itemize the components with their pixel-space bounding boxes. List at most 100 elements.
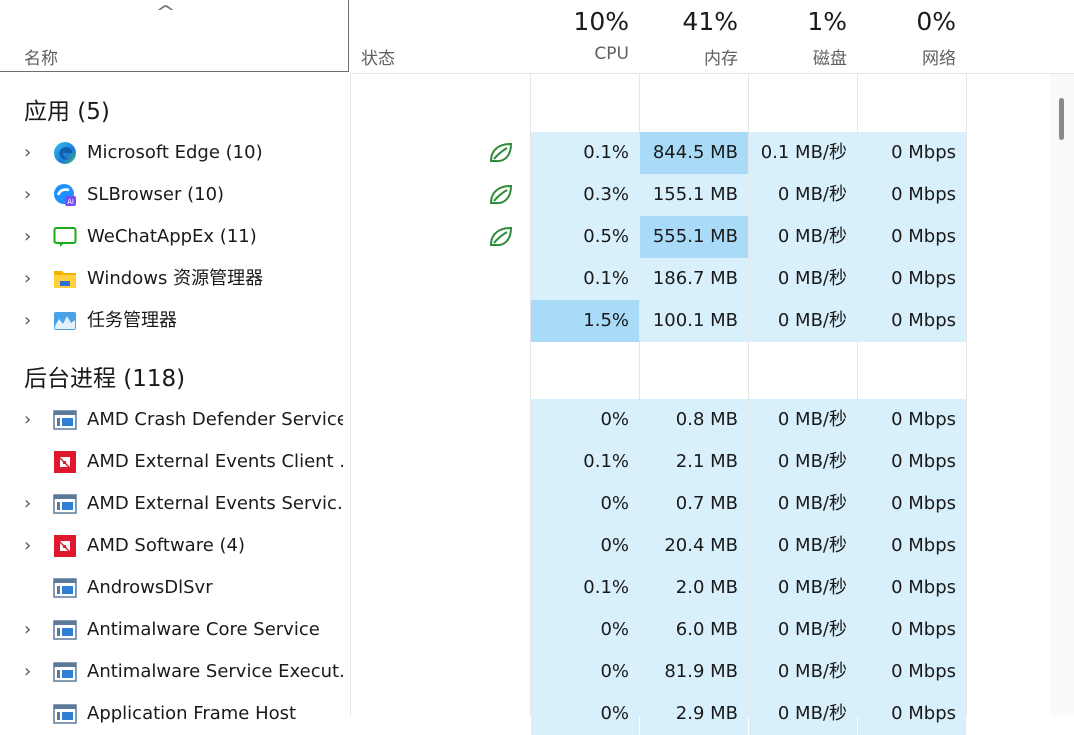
process-name: Microsoft Edge (10) xyxy=(87,142,263,163)
task-manager-icon xyxy=(53,309,77,333)
process-name: AndrowsDlSvr xyxy=(87,577,213,598)
process-name: WeChatAppEx (11) xyxy=(87,226,257,247)
network-cell: 0 Mbps xyxy=(858,693,966,735)
app-row[interactable]: › 任务管理器 1.5% 100.1 MB 0 MB/秒 0 Mbps xyxy=(0,300,966,342)
service-icon xyxy=(53,492,77,516)
expand-chevron-icon[interactable]: › xyxy=(24,132,31,174)
background-process-row[interactable]: › AMD Software (4) 0% 20.4 MB 0 MB/秒 0 Mbps xyxy=(0,525,966,567)
expand-chevron-icon[interactable]: › xyxy=(24,258,31,300)
cpu-cell: 0% xyxy=(531,483,639,525)
background-process-row[interactable]: AndrowsDlSvr 0.1% 2.0 MB 0 MB/秒 0 Mbps xyxy=(0,567,966,609)
app-row[interactable]: › Microsoft Edge (10) 0.1% 844.5 MB 0.1 MB/秒… xyxy=(0,132,966,174)
disk-cell: 0 MB/秒 xyxy=(749,216,857,258)
disk-cell: 0 MB/秒 xyxy=(749,300,857,342)
disk-cell: 0 MB/秒 xyxy=(749,693,857,735)
disk-column-label: 磁盘 xyxy=(813,49,847,69)
expand-chevron-icon[interactable]: › xyxy=(24,216,31,258)
header-separator xyxy=(350,73,1074,74)
memory-cell: 0.8 MB xyxy=(640,399,748,441)
process-name: Application Frame Host xyxy=(87,703,297,724)
cpu-cell: 1.5% xyxy=(531,300,639,342)
cpu-cell: 0.1% xyxy=(531,258,639,300)
disk-cell: 0 MB/秒 xyxy=(749,525,857,567)
memory-column-header[interactable]: 41% 内存 xyxy=(640,0,748,74)
memory-cell: 555.1 MB xyxy=(640,216,748,258)
cpu-cell: 0.3% xyxy=(531,174,639,216)
disk-cell: 0 MB/秒 xyxy=(749,609,857,651)
process-name: AMD Crash Defender Service xyxy=(87,409,343,430)
disk-cell: 0.1 MB/秒 xyxy=(749,132,857,174)
expand-chevron-icon[interactable]: › xyxy=(24,483,31,525)
wechat-icon xyxy=(53,225,77,249)
background-process-row[interactable]: › AMD External Events Servic... 0% 0.7 MB 0 … xyxy=(0,483,966,525)
process-name: AMD External Events Client ... xyxy=(87,451,343,472)
disk-cell: 0 MB/秒 xyxy=(749,483,857,525)
disk-cell: 0 MB/秒 xyxy=(749,441,857,483)
group-header-background[interactable]: 后台进程 (118) xyxy=(24,359,185,393)
expand-chevron-icon[interactable]: › xyxy=(24,525,31,567)
network-cell: 0 Mbps xyxy=(858,300,966,342)
expand-chevron-icon[interactable]: › xyxy=(24,399,31,441)
network-column-header[interactable]: 0% 网络 xyxy=(858,0,966,74)
memory-cell: 2.9 MB xyxy=(640,693,748,735)
disk-total-percent: 1% xyxy=(807,7,847,36)
process-name: Antimalware Service Execut... xyxy=(87,661,343,682)
cpu-total-percent: 10% xyxy=(573,7,629,36)
network-cell: 0 Mbps xyxy=(858,258,966,300)
network-cell: 0 Mbps xyxy=(858,441,966,483)
disk-cell: 0 MB/秒 xyxy=(749,174,857,216)
memory-cell: 155.1 MB xyxy=(640,174,748,216)
network-cell: 0 Mbps xyxy=(858,399,966,441)
disk-column-header[interactable]: 1% 磁盘 xyxy=(749,0,857,74)
background-process-row[interactable]: AMD External Events Client ... 0.1% 2.1 MB… xyxy=(0,441,966,483)
memory-cell: 2.1 MB xyxy=(640,441,748,483)
cpu-cell: 0% xyxy=(531,399,639,441)
memory-cell: 6.0 MB xyxy=(640,609,748,651)
background-process-row[interactable]: Application Frame Host 0% 2.9 MB 0 MB/秒 0 Mb… xyxy=(0,693,966,735)
scrollbar-thumb[interactable] xyxy=(1059,98,1064,140)
process-name: 任务管理器 xyxy=(87,310,177,331)
background-process-row[interactable]: › AMD Crash Defender Service 0% 0.8 MB 0 MB/… xyxy=(0,399,966,441)
disk-cell: 0 MB/秒 xyxy=(749,258,857,300)
memory-total-percent: 41% xyxy=(682,7,738,36)
group-header-apps[interactable]: 应用 (5) xyxy=(24,92,110,126)
app-row[interactable]: › AI SLBrowser (10) 0.3% 155.1 MB 0 MB/秒 0 Mbp… xyxy=(0,174,966,216)
cpu-cell: 0% xyxy=(531,525,639,567)
network-column-label: 网络 xyxy=(922,49,956,69)
expand-chevron-icon[interactable]: › xyxy=(24,300,31,342)
app-row[interactable]: › Windows 资源管理器 0.1% 186.7 MB 0 MB/秒 0 Mbps xyxy=(0,258,966,300)
app-row[interactable]: › WeChatAppEx (11) 0.5% 555.1 MB 0 MB/秒 0 Mbp… xyxy=(0,216,966,258)
memory-column-label: 内存 xyxy=(704,49,738,69)
expand-chevron-icon[interactable]: › xyxy=(24,174,31,216)
efficiency-mode-leaf-icon xyxy=(488,225,514,249)
cpu-cell: 0% xyxy=(531,693,639,735)
expand-chevron-icon[interactable]: › xyxy=(24,651,31,693)
svg-text:AI: AI xyxy=(67,199,74,206)
memory-cell: 186.7 MB xyxy=(640,258,748,300)
background-process-row[interactable]: › Antimalware Core Service 0% 6.0 MB 0 MB/秒 0… xyxy=(0,609,966,651)
status-column-header[interactable]: 状态 xyxy=(361,44,395,69)
scrollbar-track[interactable] xyxy=(1050,74,1074,716)
process-name: Antimalware Core Service xyxy=(87,619,320,640)
memory-cell: 2.0 MB xyxy=(640,567,748,609)
network-cell: 0 Mbps xyxy=(858,483,966,525)
cpu-cell: 0% xyxy=(531,651,639,693)
divider-end xyxy=(966,0,967,716)
service-icon xyxy=(53,576,77,600)
cpu-cell: 0.1% xyxy=(531,567,639,609)
name-column-header[interactable]: ^ 名称 xyxy=(0,0,349,72)
cpu-cell: 0.1% xyxy=(531,132,639,174)
folder-icon xyxy=(53,267,77,291)
disk-cell: 0 MB/秒 xyxy=(749,651,857,693)
process-name: SLBrowser (10) xyxy=(87,184,225,205)
slbrowser-icon: AI xyxy=(53,183,77,207)
expand-chevron-icon[interactable]: › xyxy=(24,609,31,651)
cpu-column-header[interactable]: 10% CPU xyxy=(531,0,639,74)
network-cell: 0 Mbps xyxy=(858,567,966,609)
memory-cell: 0.7 MB xyxy=(640,483,748,525)
cpu-cell: 0.5% xyxy=(531,216,639,258)
background-process-row[interactable]: › Antimalware Service Execut... 0% 81.9 MB 0… xyxy=(0,651,966,693)
cpu-cell: 0.1% xyxy=(531,441,639,483)
service-icon xyxy=(53,408,77,432)
process-name: AMD Software (4) xyxy=(87,535,245,556)
